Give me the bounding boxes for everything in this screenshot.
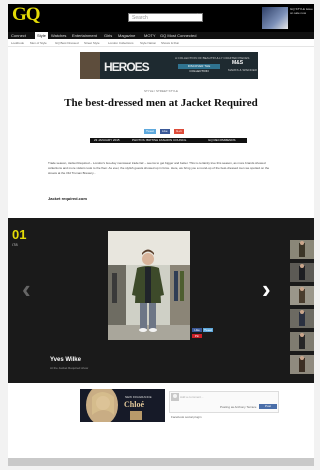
thumbnail-image [290, 355, 314, 374]
byline-date: 23 JANUARY 2015 [94, 138, 120, 142]
sub-nav: Lookbook Men of Style GQ Best Dressed St… [8, 39, 314, 47]
photo-pin-button[interactable]: Pin [192, 334, 202, 338]
avatar [171, 393, 179, 401]
posting-as-label: Posting as Anthony Terrace [220, 405, 257, 409]
gallery-photo[interactable] [108, 231, 190, 340]
ad-model-image [80, 52, 100, 79]
page: GQ Search ⚲ GQ STYLE issue on sale now C… [0, 0, 319, 470]
article-body: Trade season, Jacket Required – London's… [48, 161, 270, 175]
facebook-plugin-label[interactable]: Facebook social plugin [171, 415, 202, 419]
ad-title: HEROES [104, 60, 150, 74]
comment-input[interactable]: Add a comment... [180, 395, 204, 399]
tweet-button[interactable]: Tweet [144, 129, 157, 134]
search-placeholder: Search [132, 15, 148, 21]
byline-bar: 23 JANUARY 2015 PHOTOS: BRITISH FASHION … [90, 138, 247, 143]
gallery-photo-image [108, 231, 190, 340]
search-input[interactable]: Search [128, 13, 203, 22]
article-title: The best-dressed men at Jacket Required [64, 97, 258, 109]
article-author-link[interactable]: Jacket required.com [48, 196, 87, 201]
byline-recommends[interactable]: GQ RECOMMENDS [208, 138, 236, 143]
search-icon[interactable]: ⚲ [195, 13, 200, 22]
thumbnail-image [290, 286, 314, 305]
photo-like-button[interactable]: Like [192, 328, 202, 332]
gallery-total: /78 [12, 242, 18, 247]
gallery-thumbnail[interactable] [290, 263, 314, 282]
browser-page: GQ Search ⚲ GQ STYLE issue on sale now C… [8, 4, 314, 466]
fragrance-ad-line: NEW FRAGRANCE [125, 395, 152, 399]
fragrance-ad-image [80, 389, 165, 422]
photo-tweet-button[interactable]: Tweet [203, 328, 213, 332]
gallery-thumbnail[interactable] [290, 240, 314, 259]
gallery-index: 01 [12, 227, 27, 242]
post-button[interactable]: Post [259, 404, 277, 409]
site-header: GQ Search ⚲ GQ STYLE issue on sale now [8, 4, 314, 32]
subnav-item-street-style[interactable]: Street Style [84, 40, 100, 46]
magazine-promo-text[interactable]: GQ STYLE issue on sale now [290, 7, 314, 15]
nav-item-style[interactable]: Style [35, 32, 48, 39]
gplus-button[interactable]: G+1 [174, 129, 184, 134]
banner-ad[interactable]: HEROES A COLLECTION OF BEAUTIFULLY CRAFT… [80, 52, 258, 79]
caption-name: Yves Wilke [50, 357, 81, 363]
nav-item-moty[interactable]: MOTY [144, 32, 156, 39]
ad-cta-button[interactable]: DISCOVER THE COLLECTION [178, 64, 220, 73]
thumbnail-image [290, 332, 314, 351]
like-button[interactable]: Like [160, 129, 170, 134]
byline-credit: PHOTOS: BRITISH FASHION COUNCIL [132, 138, 187, 142]
ad-brand: M&S [232, 60, 244, 66]
section-tag[interactable]: STYLE / STREET STYLE [8, 89, 314, 93]
subnav-item-shows[interactable]: Shows & Run [161, 40, 179, 46]
nav-item-magazine[interactable]: Magazine [118, 32, 135, 39]
prev-arrow-icon[interactable]: ‹ [22, 276, 31, 302]
subnav-item-london-collections[interactable]: London Collections [108, 40, 134, 46]
gallery-thumbnail[interactable] [290, 309, 314, 328]
main-nav: Connect Style Watches Entertainment Girl… [8, 32, 314, 39]
subnav-item-best-dressed[interactable]: GQ Best Dressed [55, 40, 79, 46]
photo-gallery: 01 /78 ‹ › Like Tweet Pin Yves Wilke At … [8, 218, 314, 383]
caption-subtitle: At the Jacket Required show [50, 366, 89, 370]
magazine-cover-image[interactable] [262, 7, 288, 29]
thumbnail-image [290, 240, 314, 259]
subnav-item-men-of-style[interactable]: Men of Style [30, 40, 47, 46]
gallery-thumbnail[interactable] [290, 332, 314, 351]
fragrance-ad-brand: Chloé [124, 400, 144, 409]
comment-box: Add a comment... Posting as Anthony Terr… [169, 391, 279, 413]
fragrance-ad[interactable]: NEW FRAGRANCE Chloé [80, 389, 165, 422]
subnav-item-lookbook[interactable]: Lookbook [11, 40, 24, 46]
thumbnail-image [290, 309, 314, 328]
page-bottom-strip [8, 458, 314, 466]
next-arrow-icon[interactable]: › [262, 276, 271, 302]
thumbnail-image [290, 263, 314, 282]
nav-item-connect[interactable]: Connect [11, 32, 26, 39]
gallery-thumbnail[interactable] [290, 286, 314, 305]
nav-item-gq-most-connected[interactable]: GQ Most Connected [160, 32, 196, 39]
gallery-thumbnail[interactable] [290, 355, 314, 374]
ad-brand-sub: MARKS & SPENCER [228, 68, 257, 72]
nav-item-entertainment[interactable]: Entertainment [72, 32, 97, 39]
nav-item-watches[interactable]: Watches [51, 32, 66, 39]
gq-logo[interactable]: GQ [12, 5, 41, 25]
subnav-item-style-nation[interactable]: Style Nation [140, 40, 156, 46]
nav-item-girls[interactable]: Girls [104, 32, 112, 39]
